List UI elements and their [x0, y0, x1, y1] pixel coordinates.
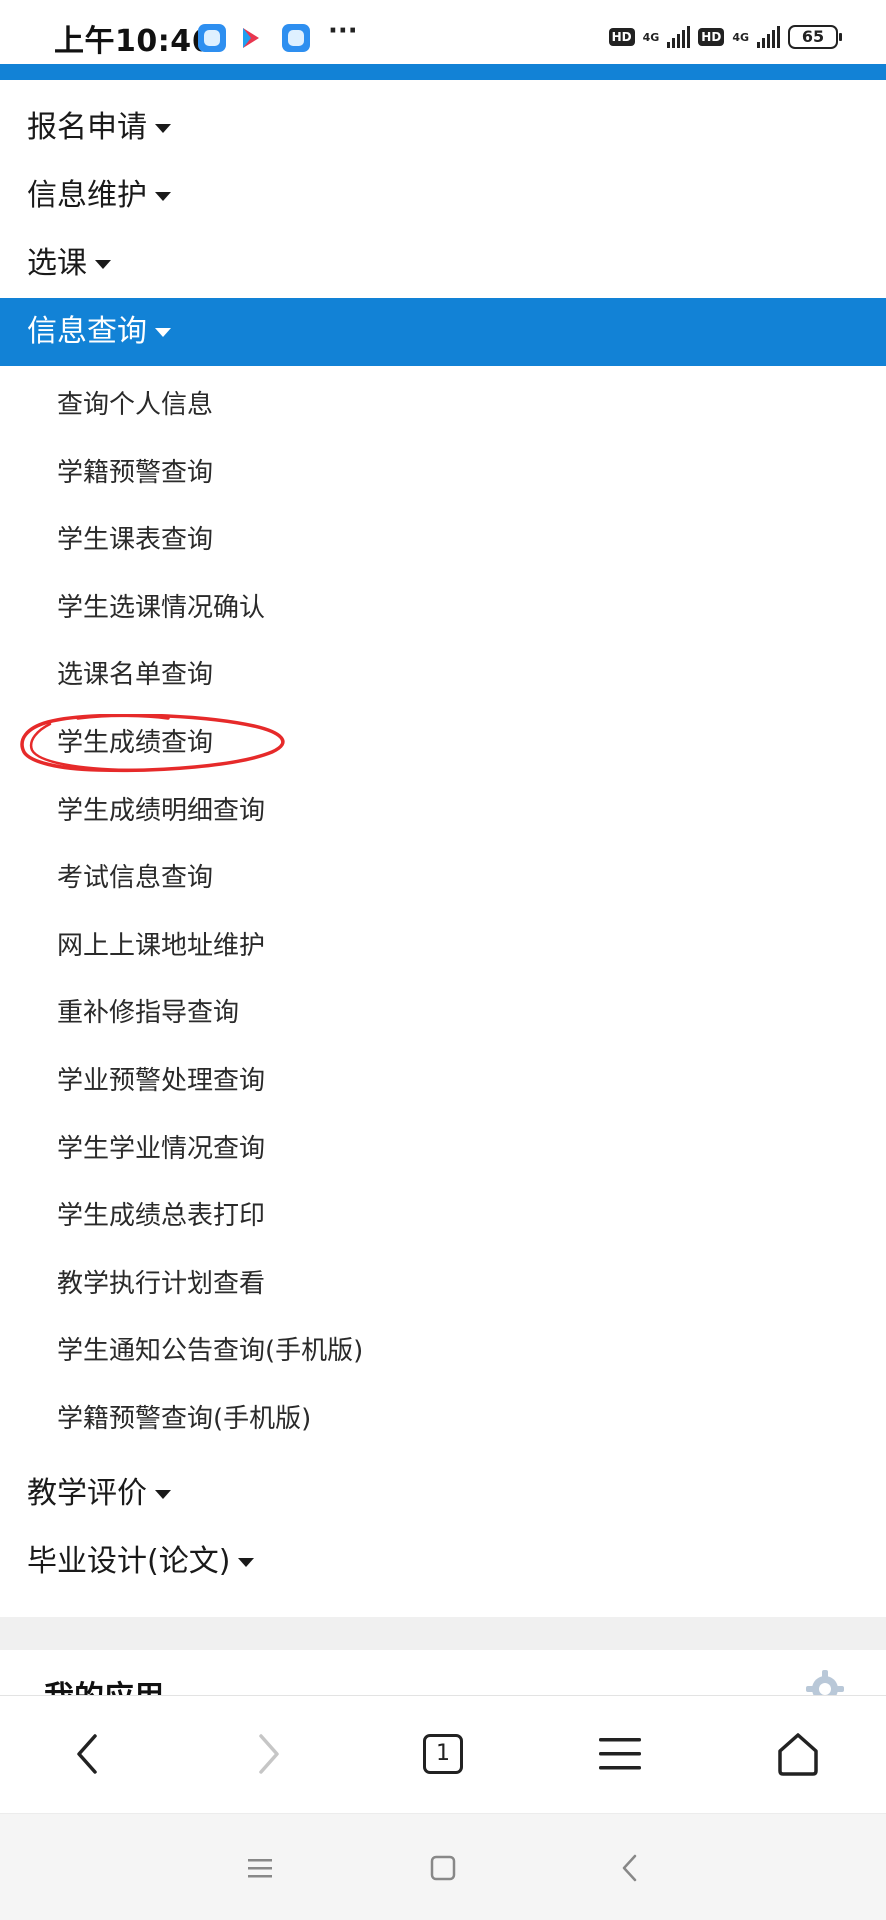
menu-item-graduation-design[interactable]: 毕业设计(论文) — [0, 1528, 886, 1596]
submenu-item-label: 学生成绩查询 — [57, 727, 214, 758]
submenu-item[interactable]: 选课名单查询 — [0, 642, 886, 710]
gear-icon[interactable] — [804, 1668, 846, 1698]
browser-toolbar: 1 — [0, 1695, 886, 1813]
recent-apps-icon[interactable] — [240, 1848, 280, 1888]
signal-icon — [757, 26, 780, 48]
menu-item-label: 信息维护 — [27, 178, 147, 213]
more-notifications-icon: ··· — [328, 16, 358, 46]
system-back-icon[interactable] — [610, 1848, 650, 1888]
submenu-item[interactable]: 学籍预警查询 — [0, 440, 886, 508]
battery-icon: 65 — [788, 25, 842, 49]
network-label: 4G — [732, 30, 749, 44]
forward-icon[interactable] — [240, 1726, 296, 1782]
tab-count: 1 — [423, 1734, 463, 1774]
header-strip — [0, 64, 886, 80]
menu-item-info-maintenance[interactable]: 信息维护 — [0, 162, 886, 230]
menu-item-label: 选课 — [27, 246, 87, 281]
submenu-item-grades-query[interactable]: 学生成绩查询 — [0, 710, 886, 778]
signal-icon — [667, 26, 691, 48]
submenu-item[interactable]: 重补修指导查询 — [0, 980, 886, 1048]
video-app-icon — [237, 24, 265, 52]
submenu-item[interactable]: 网上上课地址维护 — [0, 913, 886, 981]
home-icon[interactable] — [770, 1726, 826, 1782]
menu-item-teaching-evaluation[interactable]: 教学评价 — [0, 1460, 886, 1528]
signal-group-1: 4G — [643, 32, 660, 43]
menu-item-registration[interactable]: 报名申请 — [0, 94, 886, 162]
menu-item-label: 报名申请 — [27, 110, 147, 145]
menu-icon[interactable] — [592, 1726, 648, 1782]
app-notification-icon — [282, 24, 310, 52]
submenu-item[interactable]: 学业预警处理查询 — [0, 1048, 886, 1116]
caret-down-icon — [155, 124, 171, 133]
submenu-item[interactable]: 学籍预警查询(手机版) — [0, 1386, 886, 1454]
submenu-item[interactable]: 学生选课情况确认 — [0, 575, 886, 643]
caret-down-icon — [155, 192, 171, 201]
app-notification-icon — [198, 24, 226, 52]
caret-down-icon — [95, 260, 111, 269]
page: 上午10:46 ··· HD 4G HD 4G 65 报名申请 信息维护 选课 … — [0, 0, 886, 1920]
submenu-item[interactable]: 学生课表查询 — [0, 507, 886, 575]
hd-badge: HD — [698, 28, 725, 46]
section-divider — [0, 1617, 886, 1650]
menu-item-label: 信息查询 — [27, 314, 147, 349]
network-label: 4G — [642, 30, 660, 44]
status-indicators: HD 4G HD 4G 65 — [608, 22, 842, 52]
submenu-item[interactable]: 学生通知公告查询(手机版) — [0, 1318, 886, 1386]
caret-down-icon — [238, 1557, 255, 1567]
submenu-item[interactable]: 考试信息查询 — [0, 845, 886, 913]
menu-item-info-query[interactable]: 信息查询 — [0, 298, 886, 366]
submenu-item[interactable]: 学生成绩明细查询 — [0, 778, 886, 846]
submenu-item[interactable]: 教学执行计划查看 — [0, 1251, 886, 1319]
caret-down-icon — [155, 328, 171, 337]
submenu-item[interactable]: 学生成绩总表打印 — [0, 1183, 886, 1251]
info-query-submenu: 查询个人信息 学籍预警查询 学生课表查询 学生选课情况确认 选课名单查询 学生成… — [0, 366, 886, 1460]
caret-down-icon — [155, 1489, 171, 1499]
tabs-icon[interactable]: 1 — [415, 1726, 471, 1782]
back-icon[interactable] — [60, 1726, 116, 1782]
menu-item-label: 教学评价 — [27, 1475, 147, 1511]
menu-item-course-selection[interactable]: 选课 — [0, 230, 886, 298]
status-bar: 上午10:46 ··· HD 4G HD 4G 65 — [0, 0, 886, 64]
status-time: 上午10:46 — [54, 24, 213, 59]
submenu-item[interactable]: 学生学业情况查询 — [0, 1116, 886, 1184]
side-menu: 报名申请 信息维护 选课 信息查询 查询个人信息 学籍预警查询 学生课表查询 学… — [0, 94, 886, 1596]
menu-item-label: 毕业设计(论文) — [27, 1543, 231, 1579]
submenu-item[interactable]: 查询个人信息 — [0, 372, 886, 440]
hd-badge: HD — [608, 28, 635, 46]
system-nav-bar — [0, 1813, 886, 1920]
home-button-icon[interactable] — [423, 1848, 463, 1888]
